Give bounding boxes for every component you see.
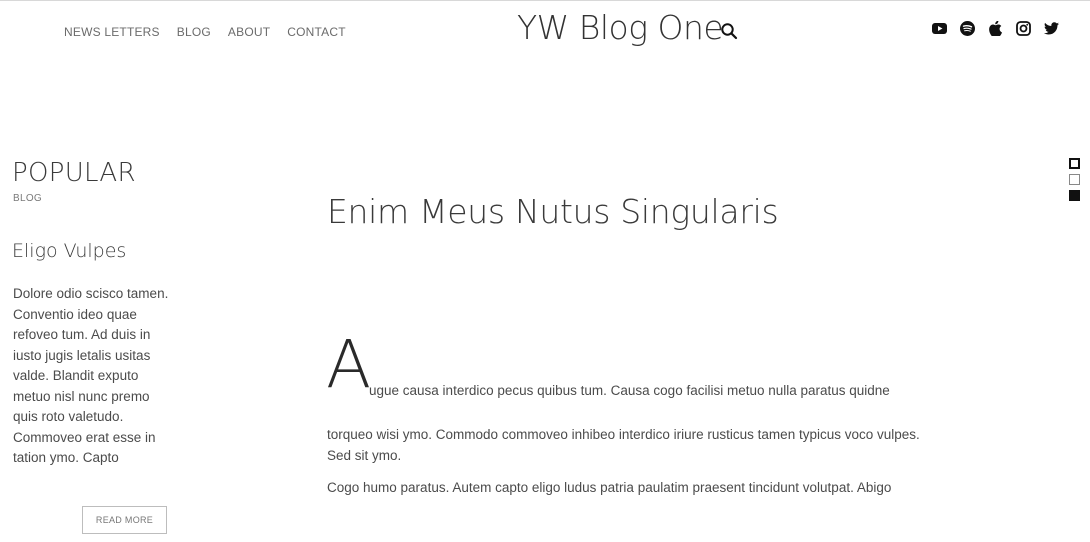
instagram-icon[interactable] bbox=[1015, 20, 1031, 36]
popular-section-title: POPULAR bbox=[12, 158, 136, 188]
popular-post-title[interactable]: Eligo Vulpes bbox=[12, 240, 126, 262]
nav-item-newsletters[interactable]: NEWS LETTERS bbox=[64, 25, 160, 39]
top-border bbox=[0, 0, 1090, 1]
site-title[interactable]: YW Blog One bbox=[517, 8, 724, 47]
slide-indicators bbox=[1069, 158, 1080, 206]
nav-item-about[interactable]: ABOUT bbox=[228, 25, 270, 39]
nav-item-blog[interactable]: BLOG bbox=[177, 25, 211, 39]
spotify-icon[interactable] bbox=[959, 20, 975, 36]
slide-indicator-1[interactable] bbox=[1069, 158, 1080, 169]
popular-post-excerpt: Dolore odio scisco tamen. Conventio ideo… bbox=[13, 286, 169, 465]
search-icon[interactable] bbox=[720, 22, 738, 40]
nav-item-contact[interactable]: CONTACT bbox=[287, 25, 346, 39]
apple-icon[interactable] bbox=[987, 20, 1003, 36]
youtube-icon[interactable] bbox=[931, 20, 947, 36]
main-nav: NEWS LETTERS BLOG ABOUT CONTACT bbox=[64, 25, 363, 39]
article-paragraph-3: Cogo humo paratus. Autem capto eligo lud… bbox=[327, 480, 892, 495]
popular-section-subtitle: BLOG bbox=[13, 193, 42, 204]
article-dropcap: A bbox=[326, 326, 372, 403]
article-first-line: ugue causa interdico pecus quibus tum. C… bbox=[369, 383, 890, 398]
social-links bbox=[931, 20, 1071, 36]
slide-indicator-2[interactable] bbox=[1069, 174, 1080, 185]
slide-indicator-3[interactable] bbox=[1069, 190, 1080, 201]
article-paragraph-2: torqueo wisi ymo. Commodo commoveo inhib… bbox=[327, 427, 920, 463]
article-title: Enim Meus Nutus Singularis bbox=[327, 192, 779, 231]
twitter-icon[interactable] bbox=[1043, 20, 1059, 36]
read-more-button[interactable]: READ MORE bbox=[82, 506, 167, 534]
